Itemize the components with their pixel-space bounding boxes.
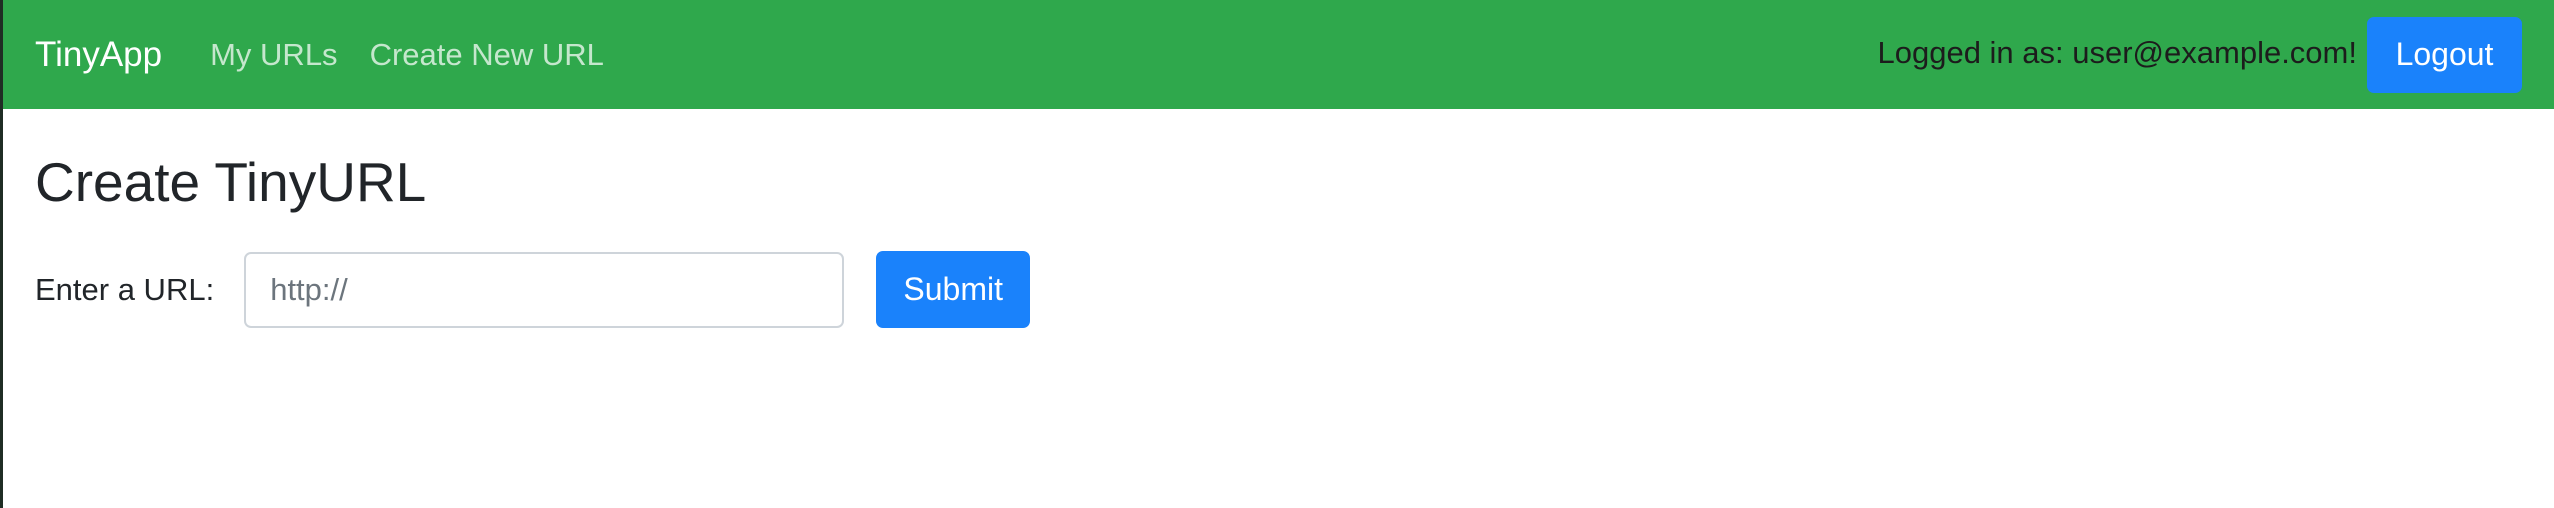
page: TinyApp My URLs Create New URL Logged in… <box>0 0 2554 508</box>
top-navbar: TinyApp My URLs Create New URL Logged in… <box>3 0 2554 109</box>
submit-button[interactable]: Submit <box>876 251 1031 328</box>
nav-user-area: Logged in as: user@example.com! Logout <box>1877 16 2522 93</box>
url-field-label: Enter a URL: <box>35 271 215 307</box>
page-title: Create TinyURL <box>35 151 427 213</box>
brand-link[interactable]: TinyApp <box>35 35 162 75</box>
nav-links: My URLs Create New URL <box>210 37 604 73</box>
nav-link-create-new-url[interactable]: Create New URL <box>370 37 604 73</box>
nav-link-my-urls[interactable]: My URLs <box>210 37 337 73</box>
logged-in-status: Logged in as: user@example.com! <box>1877 34 2357 70</box>
main-content: Create TinyURL Enter a URL: Submit <box>3 109 2554 328</box>
create-url-form: Enter a URL: Submit <box>35 251 2554 328</box>
url-input[interactable] <box>244 251 845 328</box>
logout-button[interactable]: Logout <box>2367 16 2522 93</box>
